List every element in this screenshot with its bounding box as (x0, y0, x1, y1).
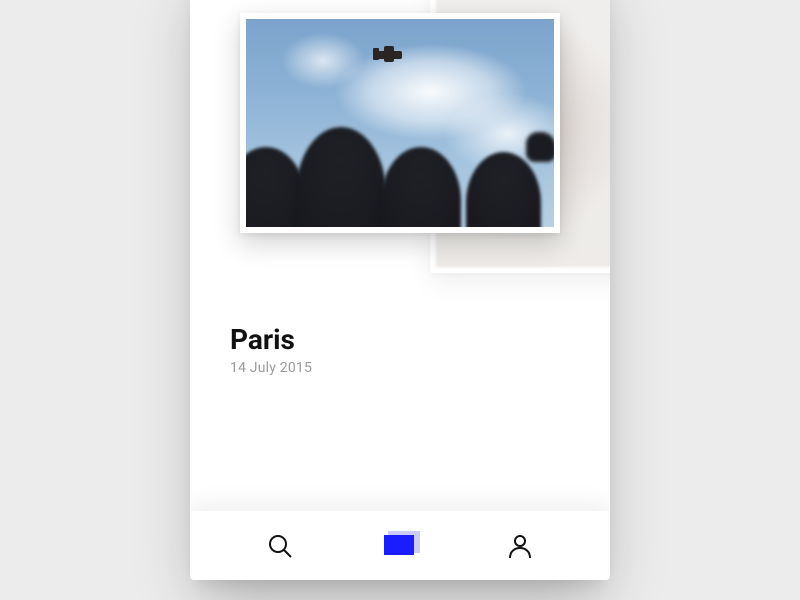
profile-icon (507, 533, 533, 559)
search-icon (267, 533, 293, 559)
bottom-nav (190, 510, 610, 580)
nav-profile[interactable] (500, 526, 540, 566)
silhouette (466, 152, 541, 227)
album-date: 14 July 2015 (230, 360, 570, 376)
nav-capture[interactable] (380, 526, 420, 566)
nav-search[interactable] (260, 526, 300, 566)
photo-thumbnail-primary[interactable] (240, 13, 560, 233)
silhouette (296, 127, 386, 227)
photo-stack[interactable] (230, 0, 570, 293)
silhouette (381, 147, 461, 227)
photo-feed[interactable]: 3 December 2015 Paris 14 July 2015 (190, 0, 610, 518)
airplane-icon (376, 51, 402, 59)
app-screen: 3 December 2015 Paris 14 July 2015 (190, 0, 610, 580)
photo-image (246, 19, 554, 227)
album-title: Paris (230, 323, 570, 356)
camera-icon (384, 535, 416, 557)
